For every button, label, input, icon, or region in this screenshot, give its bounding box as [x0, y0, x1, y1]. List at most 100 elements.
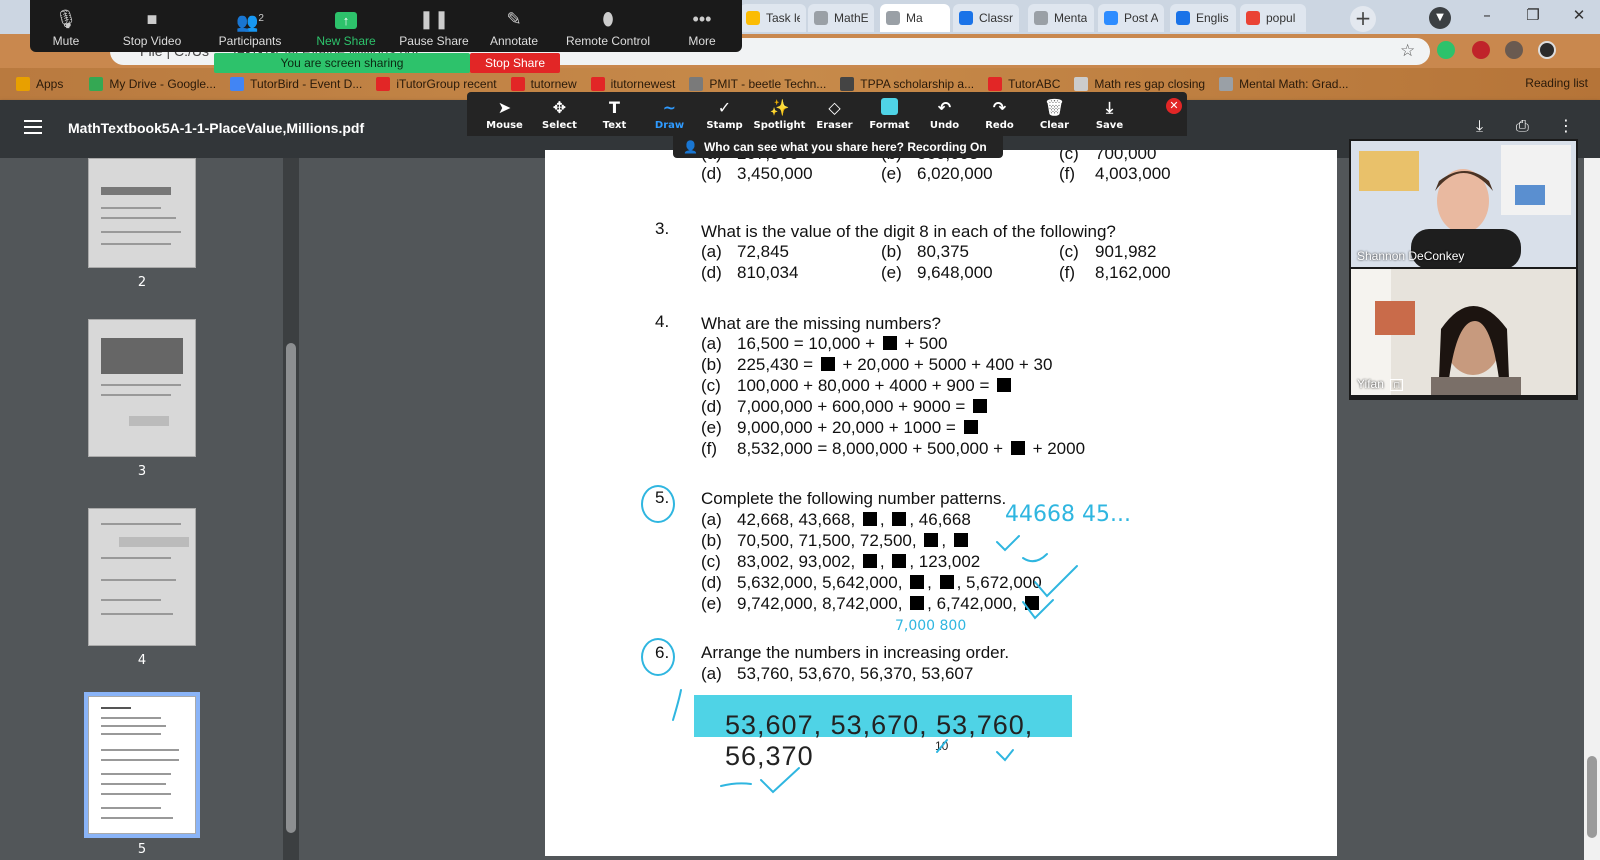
bookmark-item[interactable]: TutorBird - Event D... [230, 77, 362, 91]
browser-tab[interactable]: Englis [1170, 4, 1236, 32]
annotate-redo-button[interactable]: ↷ Redo [972, 92, 1027, 136]
blank-box [997, 378, 1012, 392]
zoom-meeting-controls: 🎙 Mute ■ Stop Video 👥2 Participants ↑ New Share… [30, 0, 742, 52]
blank-box [910, 596, 925, 610]
question-3-option: (e) 9,648,000 [881, 263, 993, 282]
participants-button[interactable]: 👥2 Participants [202, 0, 298, 52]
question-5-number: 5. [655, 488, 670, 507]
ellipsis-icon: ••• [692, 9, 712, 29]
bookmark-favicon-icon [590, 77, 605, 91]
question-5-item: (d) 5,632,000, 5,642,000, , , 5,672,000 [701, 573, 1042, 592]
new-tab-button[interactable]: + [1350, 6, 1376, 32]
annotate-clear-button[interactable]: 🗑 Clear [1027, 92, 1082, 136]
question-4-item: (f) 8,532,000 = 8,000,000 + 500,000 + + 2… [701, 439, 1086, 458]
close-icon[interactable]: ✕ [1556, 0, 1600, 32]
annotate-stamp-button[interactable]: ✓ Stamp [697, 92, 752, 136]
tab-search-icon[interactable]: ▼ [1429, 7, 1451, 29]
browser-tab[interactable]: Classr [953, 4, 1019, 32]
annotate-format-button[interactable]: Format [862, 92, 917, 136]
recording-notice[interactable]: 👤 Who can see what you share here? Recor… [673, 136, 1003, 158]
bookmark-item[interactable]: TPPA scholarship a... [840, 77, 974, 91]
bookmark-favicon-icon [689, 77, 704, 91]
text-icon: T [609, 97, 620, 117]
tab-favicon-icon [959, 11, 973, 25]
video-tile-host[interactable]: Shannon DeConkey [1351, 141, 1576, 267]
pen-icon: ✎ [506, 9, 522, 29]
browser-tab[interactable]: Menta [1028, 4, 1094, 32]
thumbnail-page-selected[interactable] [84, 692, 200, 838]
annotate-spotlight-button[interactable]: ✨ Spotlight [752, 92, 807, 136]
stop-share-button[interactable]: Stop Share [470, 53, 560, 73]
new-share-button[interactable]: ↑ New Share [298, 0, 394, 52]
thumbnail-page[interactable] [88, 508, 196, 646]
tab-title: popul [1266, 11, 1296, 25]
blank-box [862, 554, 877, 568]
tab-favicon-icon [1176, 11, 1190, 25]
question-4-item: (e) 9,000,000 + 20,000 + 1000 = [701, 418, 981, 438]
bookmark-item[interactable]: iTutorGroup recent [376, 77, 497, 91]
question-5-item: (e) 9,742,000, 8,742,000, , 6,742,000, [701, 594, 1042, 614]
browser-tab[interactable]: popul [1240, 4, 1306, 32]
annotate-select-button[interactable]: ✥ Select [532, 92, 587, 136]
extension-ublock-icon[interactable] [1472, 41, 1490, 59]
annotate-mouse-button[interactable]: ➤ Mouse [477, 92, 532, 136]
bookmark-favicon-icon [1219, 77, 1234, 91]
bookmark-star-icon[interactable]: ☆ [1400, 41, 1415, 61]
bookmark-item[interactable]: PMIT - beetle Techn... [689, 77, 826, 91]
remote-control-button[interactable]: ⬮ Remote Control [554, 0, 662, 52]
profile-avatar[interactable] [1538, 41, 1556, 59]
restore-icon[interactable]: ❐ [1510, 0, 1556, 32]
browser-tab[interactable]: Post A [1098, 4, 1164, 32]
menu-icon[interactable] [24, 120, 42, 138]
more-button[interactable]: ••• More [662, 0, 742, 52]
tab-title: Post A [1124, 11, 1158, 25]
annotate-draw-button[interactable]: ∼ Draw [642, 92, 697, 136]
spotlight-icon: ✨ [769, 97, 790, 117]
bookmark-item[interactable]: Mental Math: Grad... [1219, 77, 1349, 91]
thumbnail-page[interactable] [88, 319, 196, 457]
bookmark-favicon-icon [89, 77, 104, 91]
browser-tab[interactable]: MathE [808, 4, 874, 32]
annotate-undo-button[interactable]: ↶ Undo [917, 92, 972, 136]
question-2-option: (d) 3,450,000 [701, 164, 813, 183]
mute-button[interactable]: 🎙 Mute [30, 0, 102, 52]
tab-title: MathE [834, 11, 868, 25]
extension-chat-icon[interactable] [1437, 41, 1455, 59]
print-icon[interactable]: ⎙ [1516, 116, 1529, 136]
bookmark-item[interactable]: My Drive - Google... [89, 77, 216, 91]
thumbnail-page-number: 5 [137, 842, 147, 857]
blank-box [1024, 596, 1039, 610]
annotate-button[interactable]: ✎ Annotate [474, 0, 554, 52]
bookmark-item[interactable]: tutornew [510, 77, 577, 91]
bookmark-favicon-icon [988, 77, 1003, 91]
browser-tab[interactable]: Ma [880, 4, 950, 32]
people-icon: 👤 [683, 140, 698, 154]
document-scrollbar[interactable] [1584, 158, 1600, 860]
extension-puzzle-icon[interactable] [1505, 41, 1523, 59]
bookmark-item[interactable]: itutornewest [590, 77, 675, 91]
pause-share-button[interactable]: ❚❚ Pause Share [394, 0, 474, 52]
download-icon[interactable]: ⤓ [1476, 116, 1483, 136]
blank-box [892, 554, 907, 568]
question-6-option: (a) 53,760, 53,670, 56,370, 53,607 [701, 664, 974, 683]
close-annotation-icon[interactable]: ✕ [1166, 98, 1182, 114]
minimize-icon[interactable]: – [1464, 0, 1510, 32]
bookmark-item[interactable]: Apps [16, 77, 63, 91]
tab-title: Classr [979, 11, 1013, 25]
thumbnail-page[interactable] [88, 158, 196, 268]
blank-box [1010, 441, 1025, 455]
question-4-text: What are the missing numbers? [701, 314, 941, 333]
bookmark-item[interactable]: Math res gap closing [1074, 77, 1205, 91]
bookmark-item[interactable]: TutorABC [988, 77, 1060, 91]
stop-video-button[interactable]: ■ Stop Video [102, 0, 202, 52]
question-5-item: (a) 42,668, 43,668, , , 46,668 [701, 510, 971, 529]
sidebar-scrollbar[interactable] [283, 158, 299, 860]
browser-tab[interactable]: Task le [740, 4, 806, 32]
annotate-save-button[interactable]: ⤓ Save [1082, 92, 1137, 136]
annotate-text-button[interactable]: T Text [587, 92, 642, 136]
more-options-icon[interactable]: ⋮ [1558, 116, 1574, 135]
thumbnail-page-number: 2 [137, 275, 147, 290]
video-tile-participant[interactable]: Yifan ⊓ [1351, 269, 1576, 395]
reading-list-button[interactable]: Reading list [1525, 76, 1588, 90]
annotate-eraser-button[interactable]: ◇ Eraser [807, 92, 862, 136]
